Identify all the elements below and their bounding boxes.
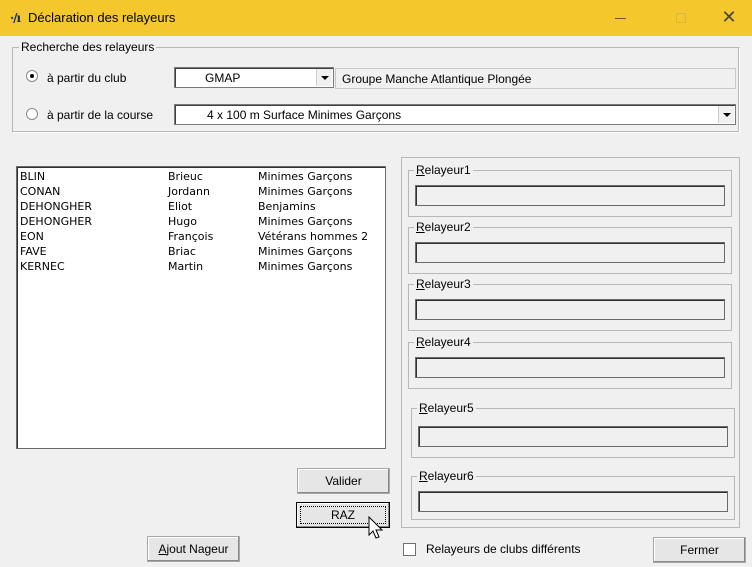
relayer5-group: Relayeur5 (411, 401, 735, 458)
close-button-label: Fermer (680, 543, 719, 557)
relayer6-group: Relayeur6 (411, 469, 735, 520)
different-clubs-checkbox[interactable] (403, 543, 416, 556)
relayer3-field[interactable] (415, 299, 725, 320)
swimmer-first-name: Hugo (168, 215, 197, 228)
relayer3-group: Relayeur3 (408, 277, 732, 331)
club-select-dropdown-button[interactable] (316, 69, 332, 86)
relayer1-field[interactable] (415, 185, 725, 206)
swimmer-first-name: Briac (168, 245, 196, 258)
relayer1-group: Relayeur1 (408, 163, 732, 217)
swimmer-first-name: Eliot (168, 200, 193, 213)
swimmer-first-name: Martin (168, 260, 204, 273)
close-window-button[interactable]: ✕ (706, 0, 752, 36)
by-club-label[interactable]: à partir du club (47, 71, 126, 85)
club-select-value: GMAP (205, 71, 241, 85)
close-icon: ✕ (721, 7, 737, 28)
add-swimmer-button-label: Ajout Nageur (158, 542, 229, 556)
swimmer-name: CONAN (20, 185, 61, 198)
swimmer-name: KERNEC (20, 260, 65, 273)
chevron-down-icon (722, 112, 731, 117)
relayer4-label: Relayeur4 (414, 335, 473, 349)
mouse-cursor-icon (368, 516, 384, 539)
club-name-text: Groupe Manche Atlantique Plongée (342, 72, 532, 86)
search-group-legend: Recherche des relayeurs (21, 40, 155, 54)
race-select-value: 4 x 100 m Surface Minimes Garçons (207, 108, 402, 122)
relayer1-label: Relayeur1 (414, 163, 473, 177)
relayer4-group: Relayeur4 (408, 335, 732, 389)
swimmer-first-name: François (168, 230, 214, 243)
by-race-label[interactable]: à partir de la course (47, 108, 153, 122)
app-icon: ·/ı (10, 11, 21, 25)
title-bar[interactable]: ·/ı Déclaration des relayeurs ✕ (0, 0, 752, 36)
race-select[interactable]: 4 x 100 m Surface Minimes Garçons (174, 104, 736, 125)
by-club-radio[interactable] (26, 70, 38, 82)
swimmer-category: Minimes Garçons (258, 185, 353, 198)
different-clubs-label[interactable]: Relayeurs de clubs différents (426, 542, 581, 556)
minimize-icon (614, 17, 626, 19)
swimmer-category: Vétérans hommes 2 (258, 230, 369, 243)
relayer5-label: Relayeur5 (417, 401, 476, 415)
swimmer-list[interactable]: BLIN Brieuc Minimes Garçons CONAN Jordan… (16, 166, 386, 449)
close-button[interactable]: Fermer (653, 537, 746, 563)
swimmer-category: Minimes Garçons (258, 170, 353, 183)
swimmer-first-name: Jordann (168, 185, 210, 198)
window-title: Déclaration des relayeurs (28, 10, 176, 25)
by-race-radio[interactable] (26, 108, 38, 120)
add-swimmer-button[interactable]: Ajout Nageur (147, 536, 240, 562)
swimmer-category: Minimes Garçons (258, 215, 353, 228)
swimmer-category: Benjamins (258, 200, 316, 213)
validate-button-label: Valider (325, 474, 362, 488)
relayer2-label: Relayeur2 (414, 220, 473, 234)
chevron-down-icon (320, 75, 329, 80)
swimmer-name: FAVE (20, 245, 47, 258)
race-select-dropdown-button[interactable] (718, 106, 734, 123)
swimmer-first-name: Brieuc (168, 170, 203, 183)
relayer3-label: Relayeur3 (414, 277, 473, 291)
relayer4-field[interactable] (415, 357, 725, 378)
relayer5-field[interactable] (418, 426, 728, 447)
maximize-icon (676, 13, 686, 23)
club-select[interactable]: GMAP (174, 67, 334, 88)
swimmer-category: Minimes Garçons (258, 260, 353, 273)
swimmer-name: DEHONGHER (20, 215, 92, 228)
relayer6-field[interactable] (418, 491, 728, 512)
swimmer-name: BLIN (20, 170, 46, 183)
validate-button[interactable]: Valider (297, 468, 390, 494)
relayer6-label: Relayeur6 (417, 469, 476, 483)
swimmer-name: DEHONGHER (20, 200, 92, 213)
swimmer-category: Minimes Garçons (258, 245, 353, 258)
maximize-button[interactable] (658, 0, 704, 36)
swimmer-name: EON (20, 230, 44, 243)
minimize-button[interactable] (597, 0, 643, 36)
club-name-display: Groupe Manche Atlantique Plongée (335, 68, 736, 89)
relayer2-field[interactable] (415, 242, 725, 263)
relayer2-group: Relayeur2 (408, 220, 732, 274)
